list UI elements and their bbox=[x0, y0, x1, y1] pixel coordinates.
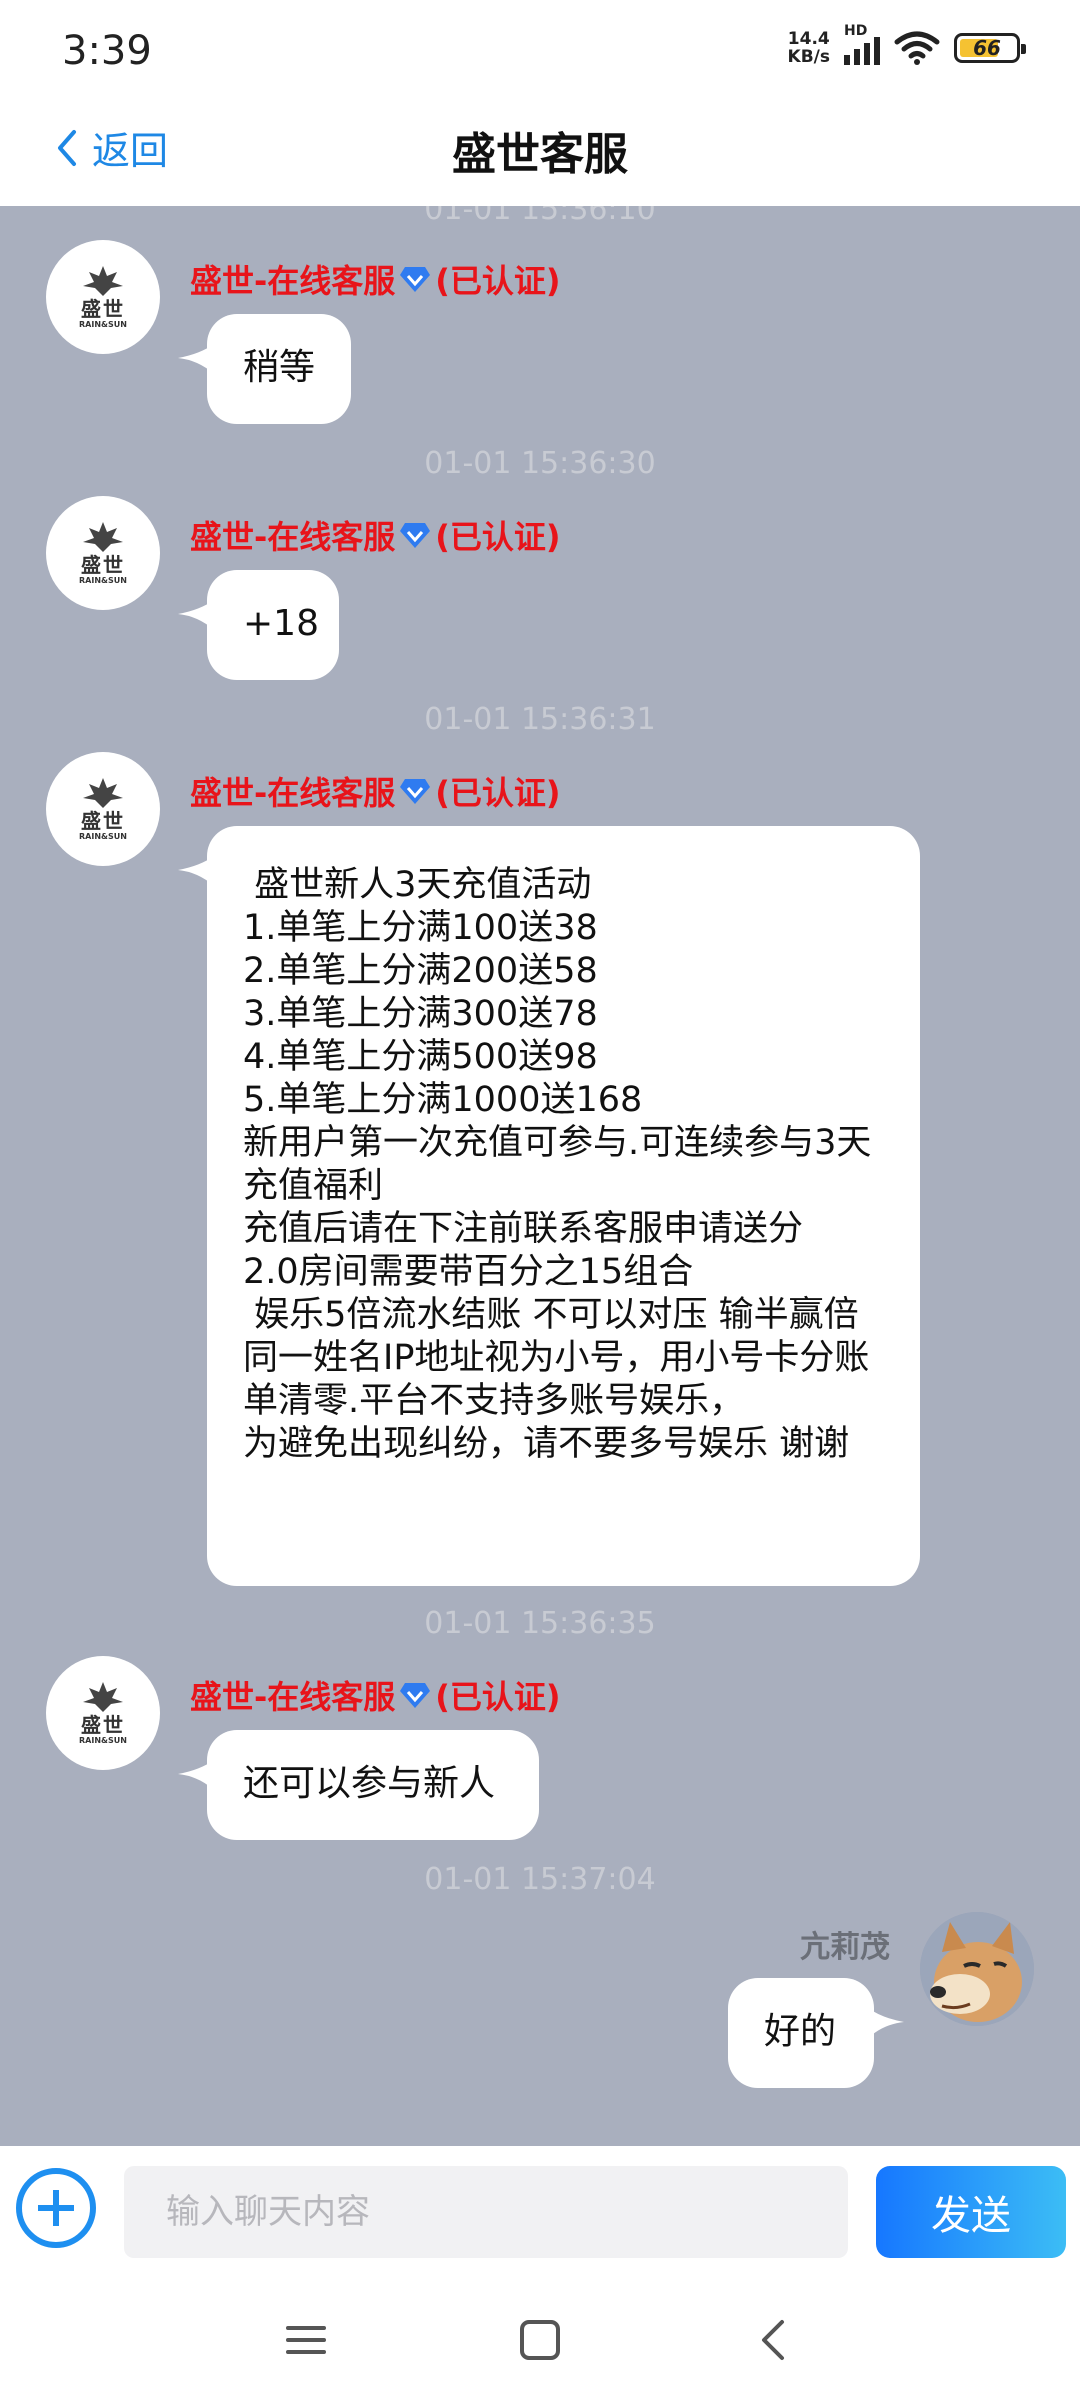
message-bubble[interactable]: 好的 bbox=[728, 1978, 874, 2088]
menu-icon[interactable] bbox=[276, 2310, 336, 2370]
sender-name: 盛世-在线客服 (已认证) bbox=[190, 774, 561, 812]
user-avatar[interactable] bbox=[920, 1912, 1034, 2026]
sender-name: 盛世-在线客服 (已认证) bbox=[190, 518, 561, 556]
verified-diamond-icon bbox=[400, 1683, 431, 1708]
square-icon[interactable] bbox=[510, 2310, 570, 2370]
message-bubble[interactable]: 稍等 bbox=[207, 314, 351, 424]
system-nav-bar bbox=[0, 2276, 1080, 2400]
nav-header: 返回 盛世客服 bbox=[0, 100, 1080, 206]
verified-diamond-icon bbox=[400, 267, 431, 292]
back-icon[interactable] bbox=[744, 2310, 804, 2370]
logo-icon bbox=[83, 778, 123, 808]
dog-avatar-icon bbox=[920, 1912, 1034, 2026]
verified-diamond-icon bbox=[400, 523, 431, 548]
battery-level: 66 bbox=[973, 36, 1001, 60]
wifi-icon bbox=[894, 31, 940, 65]
status-icons: 14.4 KB/s HD 66 bbox=[787, 23, 1026, 67]
verified-diamond-icon bbox=[400, 779, 431, 804]
agent-avatar[interactable]: 盛世 RAIN&SUN bbox=[46, 752, 160, 866]
signal-icon: HD bbox=[844, 23, 880, 65]
chat-input[interactable] bbox=[124, 2166, 848, 2258]
agent-avatar[interactable]: 盛世 RAIN&SUN bbox=[46, 240, 160, 354]
status-bar: 3:39 14.4 KB/s HD 66 bbox=[0, 0, 1080, 100]
message-timestamp: 01-01 15:36:31 bbox=[424, 702, 656, 737]
page-title: 盛世客服 bbox=[452, 129, 628, 180]
plus-circle-icon[interactable] bbox=[16, 2168, 96, 2248]
sender-name: 盛世-在线客服 (已认证) bbox=[190, 1678, 561, 1716]
logo-icon bbox=[83, 266, 123, 296]
message-bubble[interactable]: 还可以参与新人 bbox=[207, 1730, 539, 1840]
send-button[interactable]: 发送 bbox=[876, 2166, 1066, 2258]
logo-icon bbox=[83, 1682, 123, 1712]
agent-avatar[interactable]: 盛世 RAIN&SUN bbox=[46, 496, 160, 610]
message-timestamp: 01-01 15:36:10 bbox=[424, 206, 656, 227]
sender-name: 盛世-在线客服 (已认证) bbox=[190, 262, 561, 300]
message-bubble[interactable]: +18 bbox=[207, 570, 339, 680]
bubble-tail bbox=[868, 2008, 904, 2038]
message-bubble[interactable]: 盛世新人3天充值活动 1.单笔上分满100送38 2.单笔上分满200送58 3… bbox=[207, 826, 920, 1586]
agent-avatar[interactable]: 盛世 RAIN&SUN bbox=[46, 1656, 160, 1770]
logo-icon bbox=[83, 522, 123, 552]
network-speed: 14.4 KB/s bbox=[787, 29, 830, 67]
message-timestamp: 01-01 15:36:35 bbox=[424, 1606, 656, 1641]
my-name: 亢莉茂 bbox=[800, 1930, 890, 1965]
clock: 3:39 bbox=[62, 28, 152, 74]
message-timestamp: 01-01 15:36:30 bbox=[424, 446, 656, 481]
input-bar: 发送 bbox=[0, 2146, 1080, 2276]
message-timestamp: 01-01 15:37:04 bbox=[424, 1862, 656, 1897]
battery-icon: 66 bbox=[954, 33, 1026, 63]
chat-area[interactable]: 01-01 15:36:10 盛世 RAIN&SUN 盛世-在线客服 (已认证)… bbox=[0, 206, 1080, 2146]
